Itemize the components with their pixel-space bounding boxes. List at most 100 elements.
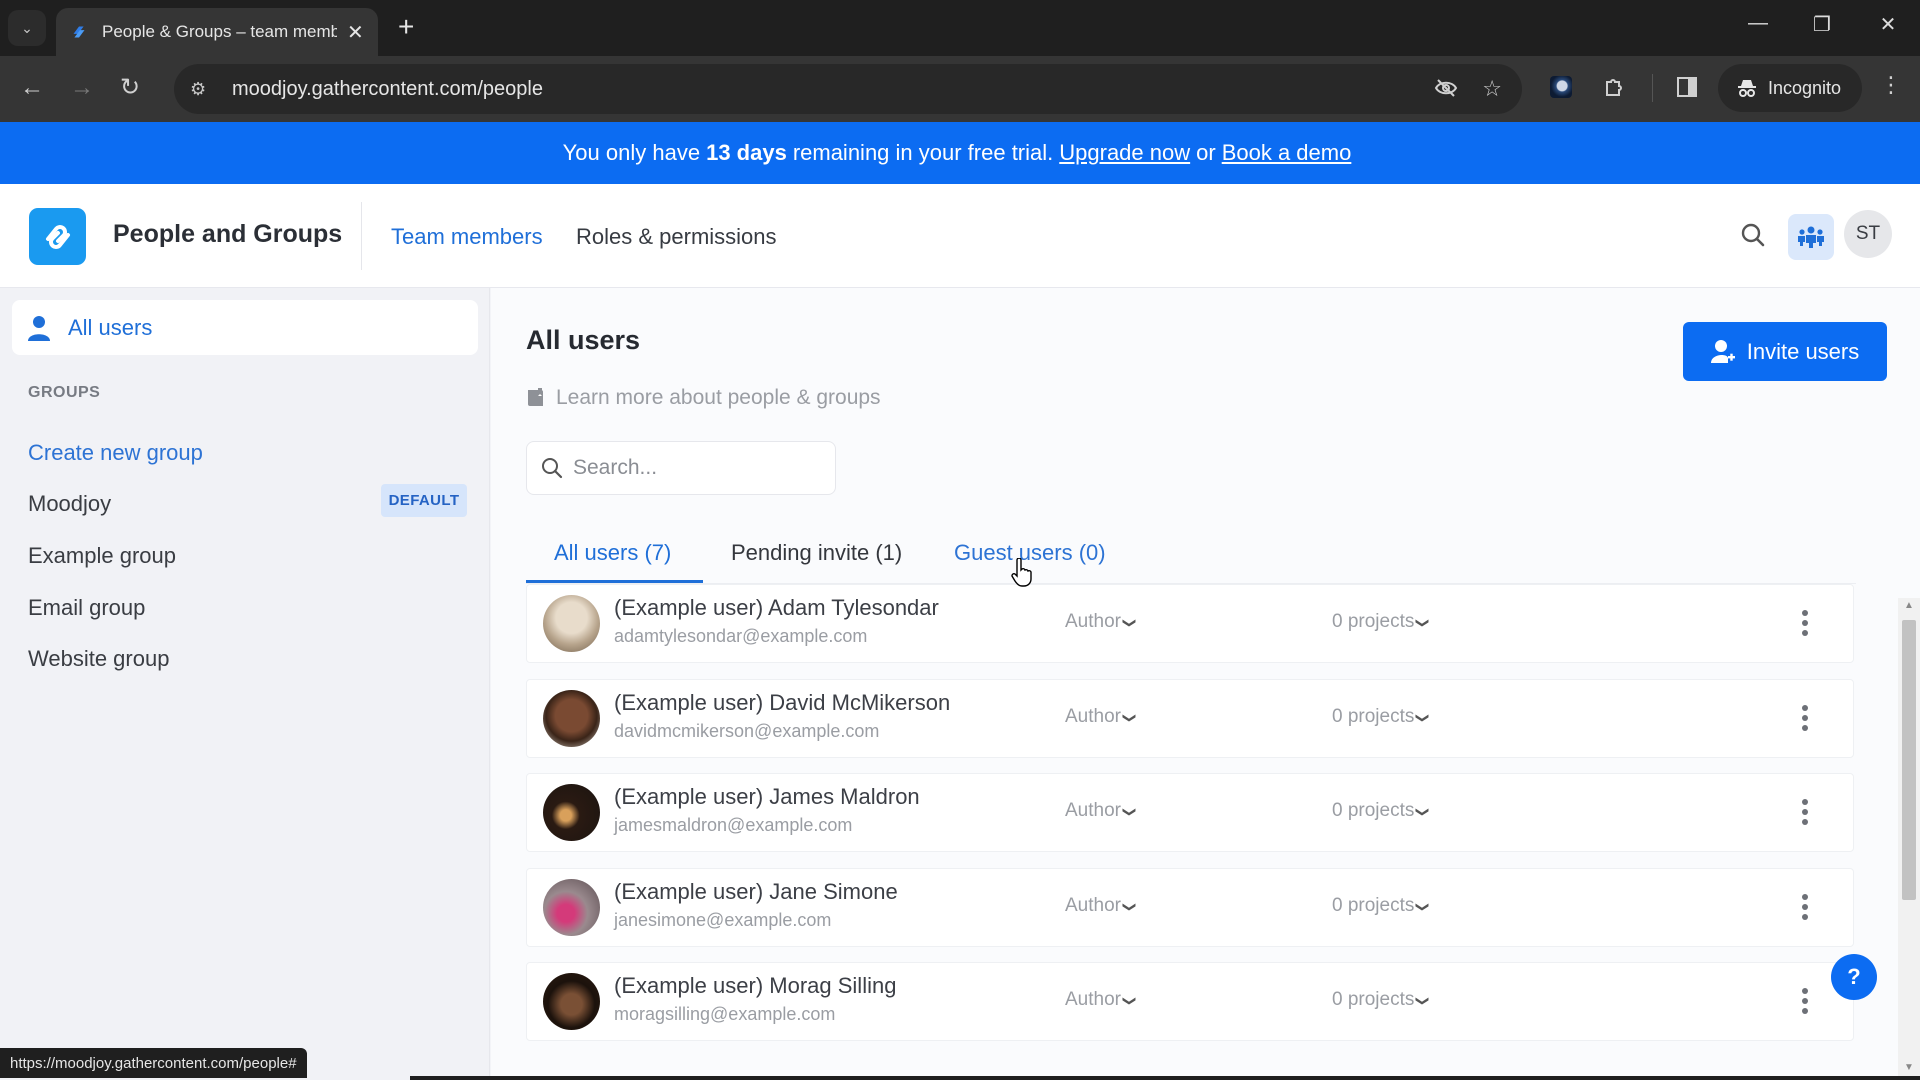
user-row[interactable]: (Example user) James Maldron jamesmaldron…	[526, 773, 1854, 852]
search-field[interactable]	[526, 441, 836, 495]
tab-pending-invite[interactable]: Pending invite (1)	[731, 540, 902, 566]
invite-users-label: Invite users	[1746, 338, 1860, 364]
row-more-icon[interactable]	[1795, 698, 1815, 738]
role-dropdown[interactable]: Author❯	[1065, 895, 1137, 917]
minimize-icon[interactable]: —	[1738, 12, 1778, 35]
row-more-icon[interactable]	[1795, 887, 1815, 927]
incognito-indicator[interactable]: Incognito	[1718, 64, 1862, 112]
chevron-down-icon: ❯	[1122, 617, 1138, 629]
user-name: (Example user) Jane Simone	[614, 879, 898, 904]
projects-dropdown[interactable]: 0 projects❯	[1332, 895, 1431, 917]
sidepanel-icon[interactable]	[1676, 76, 1698, 104]
projects-value: 0 projects	[1332, 611, 1415, 632]
toolbar-divider	[1652, 74, 1653, 102]
help-button[interactable]: ?	[1831, 954, 1877, 1000]
row-more-icon[interactable]	[1795, 792, 1815, 832]
user-row[interactable]: (Example user) Adam Tylesondar adamtyleso…	[526, 584, 1854, 663]
main-content: All users Learn more about people & grou…	[491, 288, 1920, 1080]
projects-dropdown[interactable]: 0 projects❯	[1332, 800, 1431, 822]
sidebar-group-website[interactable]: Website group	[28, 646, 169, 672]
chevron-down-icon: ❯	[1122, 806, 1138, 818]
tab-title: People & Groups – team memb	[102, 22, 337, 41]
team-icon[interactable]	[1788, 214, 1834, 260]
url-text[interactable]: moodjoy.gathercontent.com/people	[232, 78, 543, 101]
tab-all-users[interactable]: All users (7)	[554, 540, 671, 566]
book-icon	[528, 388, 543, 406]
upgrade-now-link[interactable]: Upgrade now	[1059, 140, 1190, 166]
projects-dropdown[interactable]: 0 projects❯	[1332, 706, 1431, 728]
trial-banner: You only have 13 days remaining in your …	[0, 122, 1920, 184]
browser-tab[interactable]: People & Groups – team memb ✕	[56, 8, 378, 56]
chevron-down-icon: ❯	[1415, 617, 1431, 629]
projects-dropdown[interactable]: 0 projects❯	[1332, 989, 1431, 1011]
role-dropdown[interactable]: Author❯	[1065, 706, 1137, 728]
create-new-group-link[interactable]: Create new group	[28, 440, 203, 466]
sidebar-group-email[interactable]: Email group	[28, 595, 145, 621]
sidebar-all-users-label: All users	[68, 314, 153, 340]
user-icon	[28, 315, 50, 341]
user-email: adamtylesondar@example.com	[614, 626, 868, 646]
user-row[interactable]: (Example user) David McMikerson davidmcmi…	[526, 679, 1854, 758]
role-value: Author	[1065, 989, 1121, 1010]
tab-list-icon[interactable]: ⌄	[8, 10, 46, 46]
user-row[interactable]: (Example user) Morag Silling moragsilling…	[526, 962, 1854, 1041]
new-tab-icon[interactable]: +	[398, 12, 414, 42]
logo-icon	[45, 224, 70, 249]
restore-icon[interactable]: ❐	[1802, 12, 1842, 37]
scroll-up-icon[interactable]: ▲	[1904, 600, 1914, 611]
banner-or: or	[1196, 140, 1216, 165]
user-name: (Example user) Morag Silling	[614, 973, 897, 998]
sidebar-item-all-users[interactable]: All users	[12, 300, 478, 355]
scroll-down-icon[interactable]: ▼	[1904, 1062, 1914, 1073]
nav-team-members[interactable]: Team members	[391, 224, 543, 250]
forward-icon[interactable]: →	[70, 74, 94, 102]
learn-more-link[interactable]: Learn more about people & groups	[526, 386, 881, 410]
invite-users-button[interactable]: Invite users	[1683, 322, 1887, 381]
role-dropdown[interactable]: Author❯	[1065, 989, 1137, 1011]
role-dropdown[interactable]: Author❯	[1065, 800, 1138, 822]
user-email: davidmcmikerson@example.com	[614, 721, 880, 741]
window-close-icon[interactable]: ✕	[1868, 12, 1908, 37]
projects-value: 0 projects	[1332, 989, 1415, 1010]
site-settings-icon[interactable]: ⚙	[190, 79, 214, 100]
row-more-icon[interactable]	[1795, 603, 1815, 643]
user-row[interactable]: (Example user) Jane Simone janesimone@exa…	[526, 868, 1854, 947]
star-icon[interactable]: ☆	[1482, 76, 1502, 106]
chevron-down-icon: ❯	[1415, 995, 1431, 1007]
puzzle-icon[interactable]	[1602, 76, 1626, 106]
user-email: jamesmaldron@example.com	[614, 815, 853, 835]
nav-roles-permissions[interactable]: Roles & permissions	[576, 224, 777, 250]
projects-value: 0 projects	[1332, 895, 1415, 916]
user-avatar-image	[543, 690, 600, 747]
projects-dropdown[interactable]: 0 projects❯	[1332, 611, 1431, 633]
scrollbar[interactable]: ▲ ▼	[1898, 598, 1920, 1080]
app-logo[interactable]	[29, 208, 86, 265]
extension-icon[interactable]	[1550, 76, 1572, 98]
incognito-label: Incognito	[1768, 77, 1842, 98]
active-tab-indicator	[526, 580, 703, 583]
scrollbar-thumb[interactable]	[1902, 620, 1916, 900]
incognito-icon	[1738, 80, 1756, 97]
sidebar-group-example[interactable]: Example group	[28, 543, 176, 569]
search-input[interactable]	[573, 456, 823, 480]
user-avatar[interactable]: ST	[1844, 210, 1892, 258]
add-user-icon	[1710, 339, 1735, 363]
chevron-down-icon: ❯	[1415, 901, 1431, 913]
role-value: Author	[1065, 706, 1121, 727]
search-icon[interactable]	[1740, 222, 1766, 253]
search-icon	[542, 458, 563, 479]
close-icon[interactable]: ✕	[347, 20, 364, 45]
more-icon[interactable]: ⋮	[1880, 72, 1902, 98]
banner-middle: remaining in your free trial.	[792, 140, 1054, 165]
eye-off-icon[interactable]	[1434, 76, 1458, 106]
sidebar-group-moodjoy[interactable]: Moodjoy	[28, 491, 111, 517]
back-icon[interactable]: ←	[20, 74, 44, 102]
role-dropdown[interactable]: Author❯	[1065, 611, 1138, 633]
banner-prefix: You only have	[562, 140, 701, 165]
reload-icon[interactable]: ↻	[120, 74, 140, 102]
row-more-icon[interactable]	[1795, 981, 1815, 1021]
user-avatar-image	[543, 595, 600, 652]
book-demo-link[interactable]: Book a demo	[1222, 140, 1352, 166]
browser-tabstrip: ⌄ People & Groups – team memb ✕ + — ❐ ✕	[0, 0, 1920, 56]
address-bar[interactable]: ⚙ moodjoy.gathercontent.com/people ☆	[174, 64, 1522, 114]
